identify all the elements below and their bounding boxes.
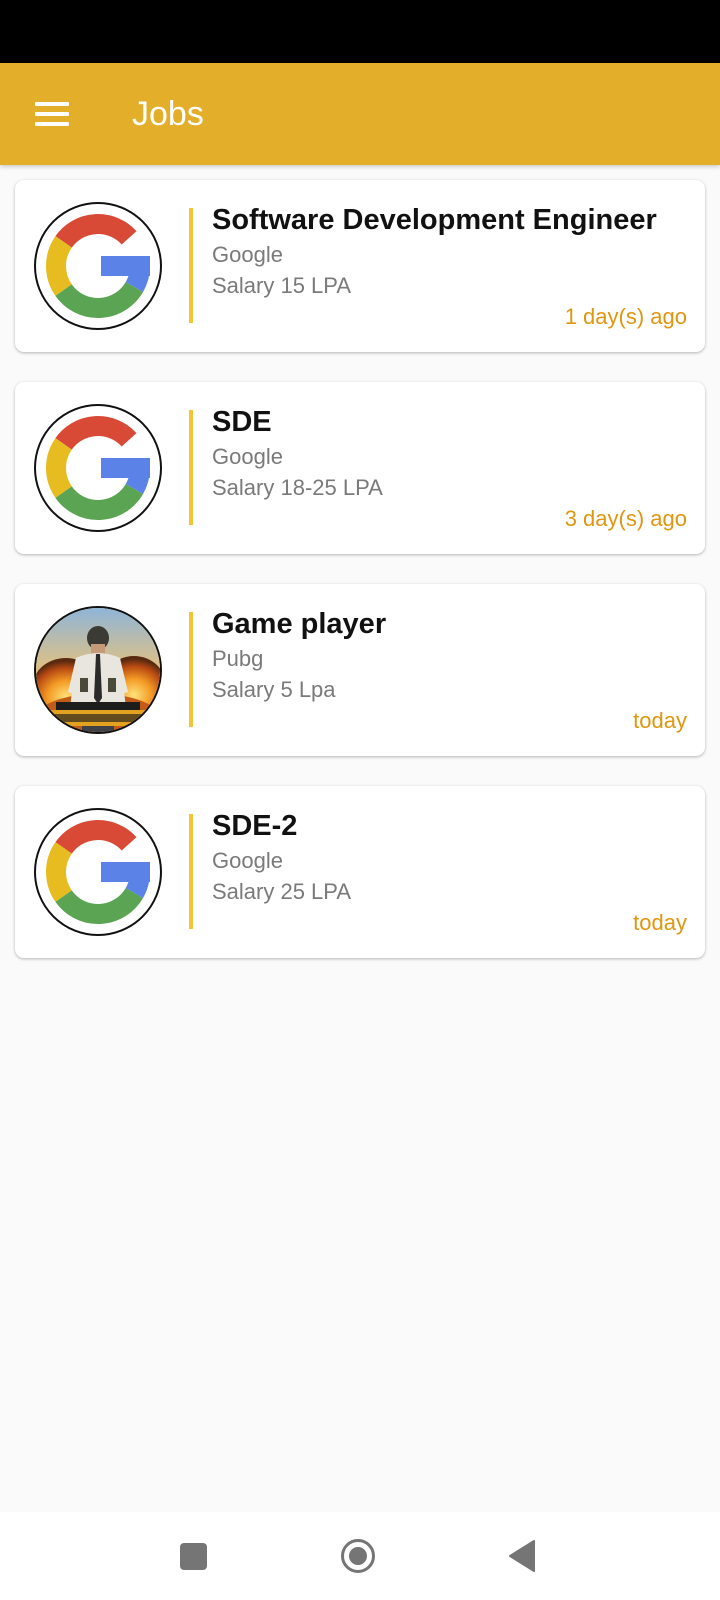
job-company: Pubg [212,646,264,671]
job-title: SDE-2 [212,810,298,842]
card-divider [189,208,193,323]
recent-apps-icon[interactable] [171,1534,215,1578]
job-posted-time: 1 day(s) ago [564,304,687,329]
hamburger-menu-icon[interactable] [22,88,82,140]
job-salary: Salary 5 Lpa [212,677,336,702]
job-company: Google [212,242,283,267]
app-bar: Jobs [0,63,720,165]
job-card[interactable]: SDE Google Salary 18-25 LPA 3 day(s) ago [15,382,705,554]
job-company: Google [212,444,283,469]
job-title: SDE [212,406,272,438]
job-posted-time: 3 day(s) ago [564,506,687,531]
home-icon[interactable] [336,1534,380,1578]
job-posted-time: today [633,910,687,935]
card-divider [189,612,193,727]
card-divider [189,814,193,929]
google-logo-icon [34,808,162,936]
job-title: Software Development Engineer [212,204,657,236]
job-posted-time: today [633,708,687,733]
system-nav-bar [0,1512,720,1600]
google-logo-icon [34,404,162,532]
job-title: Game player [212,608,387,640]
back-icon[interactable] [500,1534,544,1578]
card-divider [189,410,193,525]
job-card[interactable]: Game player Pubg Salary 5 Lpa today [15,584,705,756]
job-company: Google [212,848,283,873]
google-logo-icon [34,202,162,330]
job-card[interactable]: Software Development Engineer Google Sal… [15,180,705,352]
status-bar [0,0,720,63]
job-salary: Salary 15 LPA [212,273,352,298]
pubg-logo-icon [34,606,162,734]
job-salary: Salary 25 LPA [212,879,352,904]
job-salary: Salary 18-25 LPA [212,475,383,500]
job-card[interactable]: SDE-2 Google Salary 25 LPA today [15,786,705,958]
page-title: Jobs [132,95,204,133]
